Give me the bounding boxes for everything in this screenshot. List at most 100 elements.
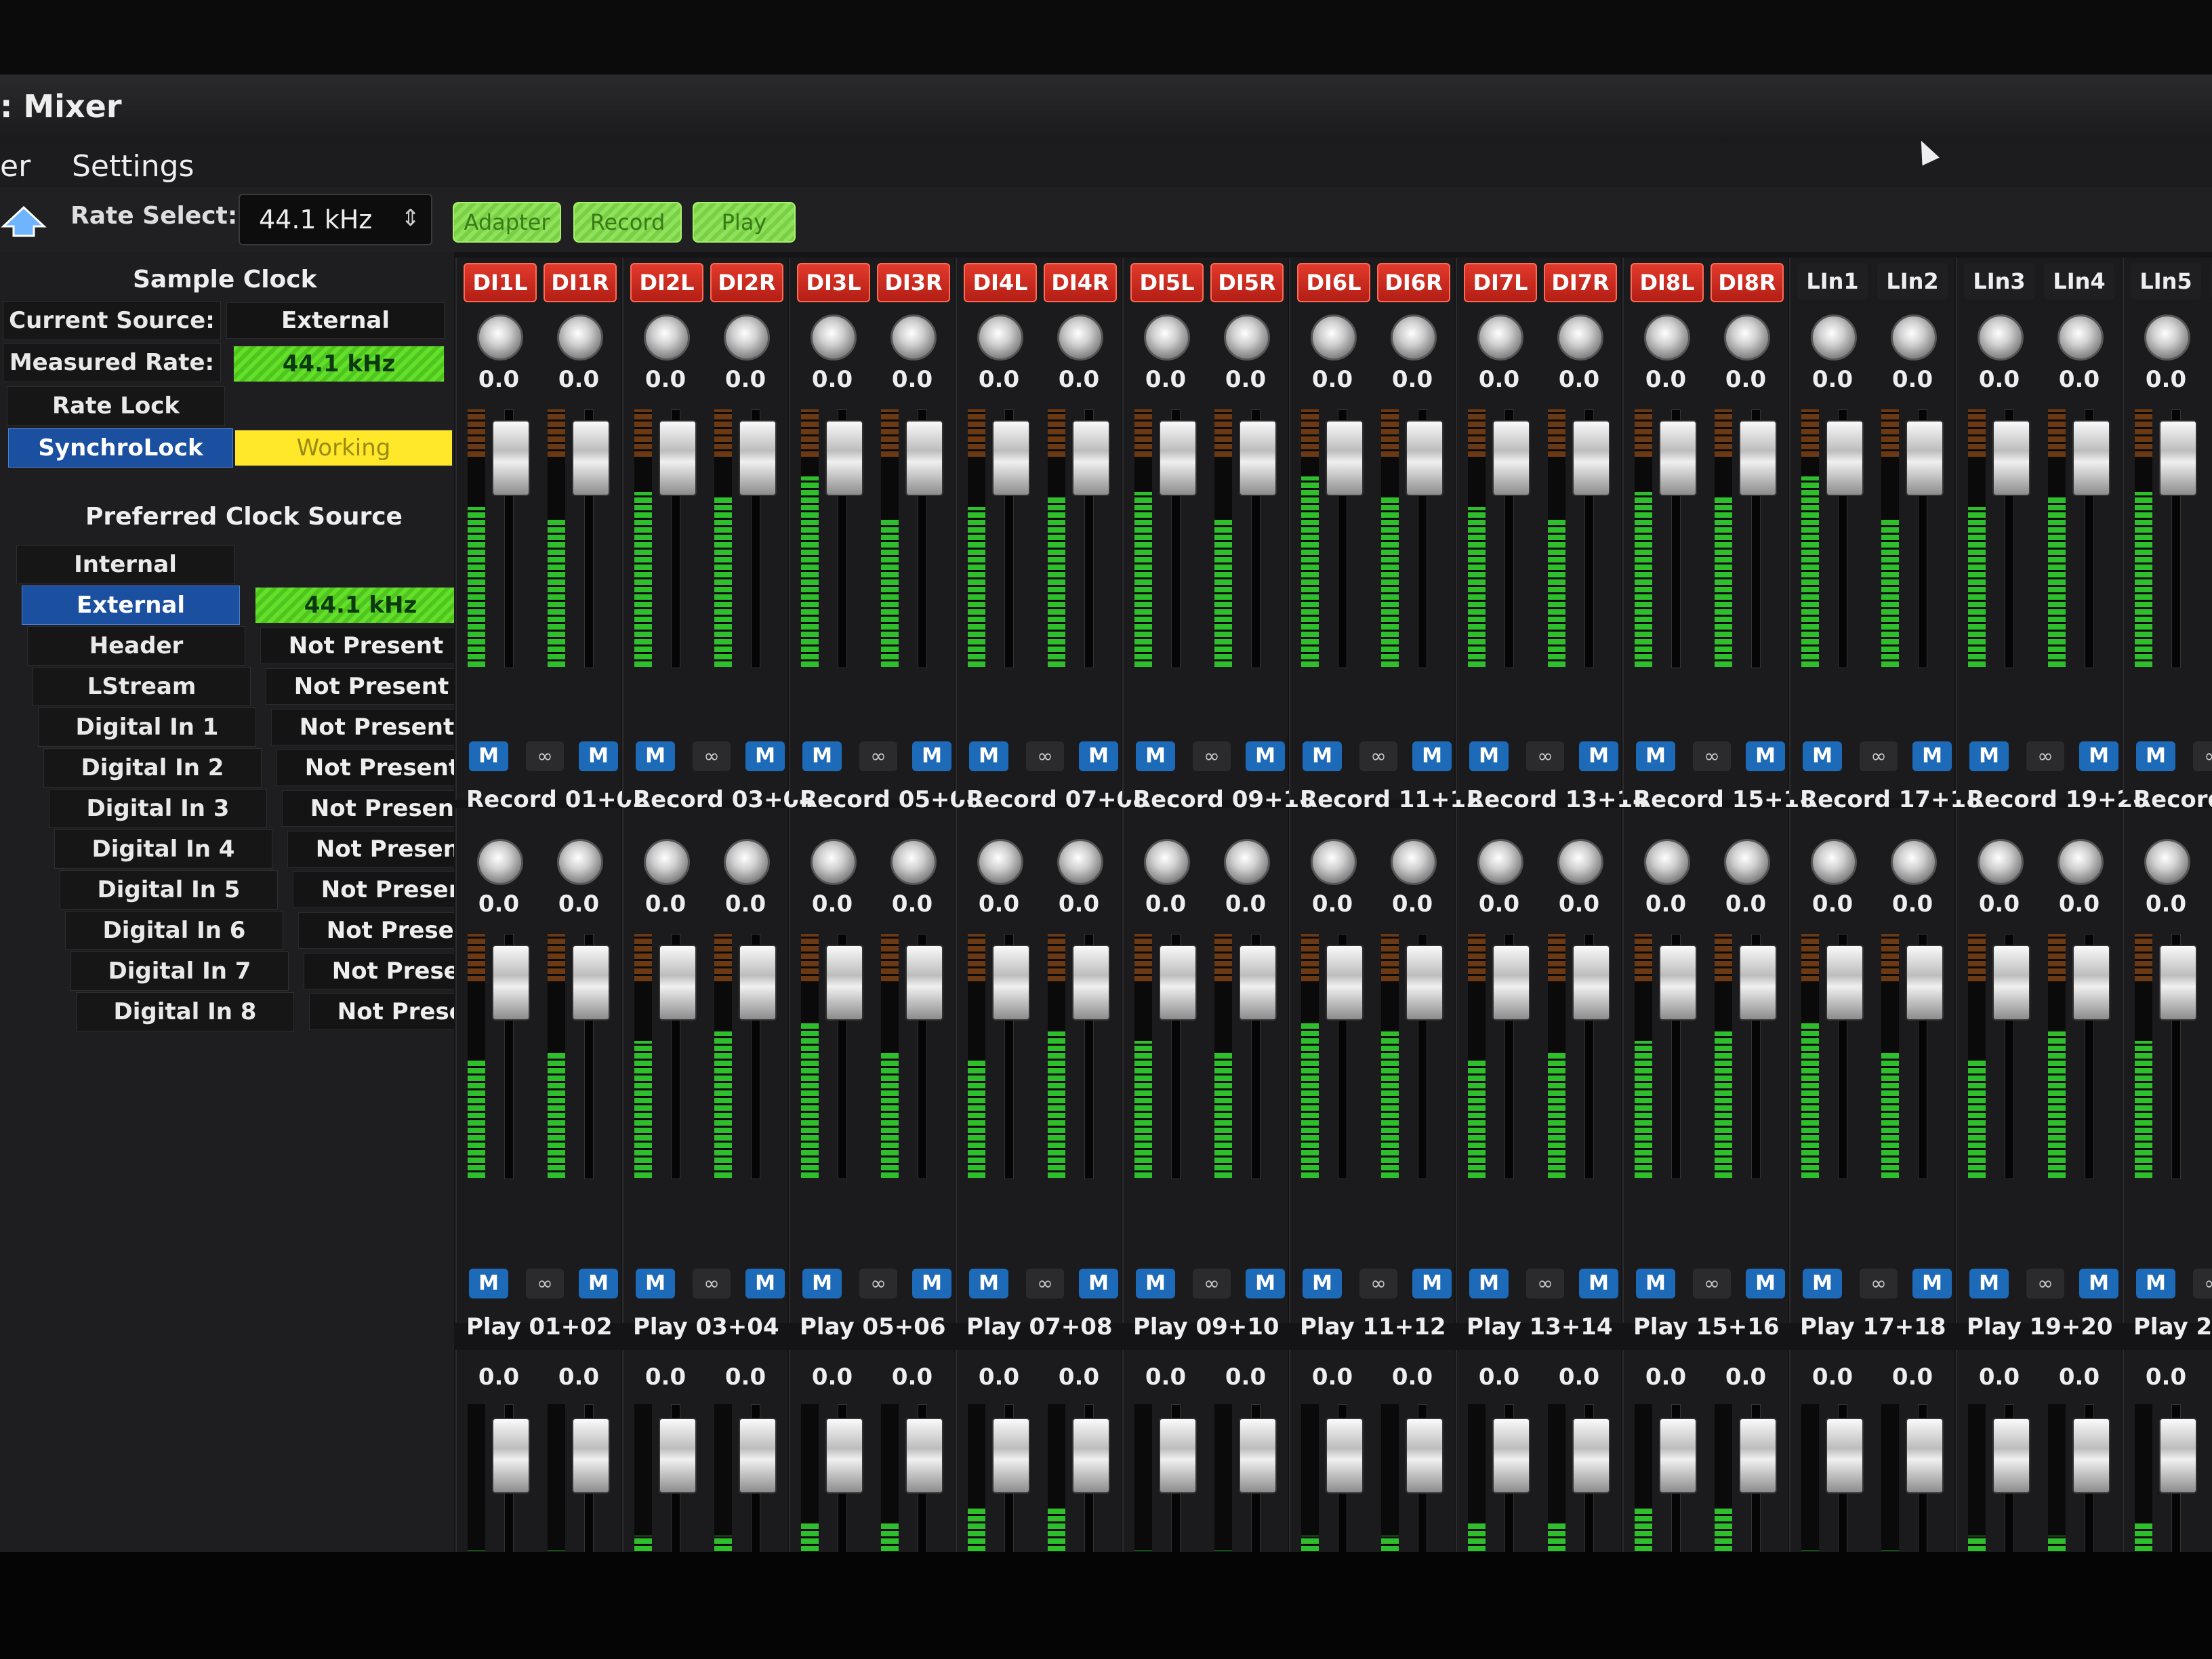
- record-mute-right-button[interactable]: M: [912, 741, 951, 771]
- record-link-icon[interactable]: ∞: [2193, 741, 2212, 771]
- clock-source-internal[interactable]: Internal: [16, 545, 234, 584]
- fader-cap[interactable]: [659, 420, 697, 496]
- fader-cap[interactable]: [1326, 420, 1364, 496]
- gain-knob[interactable]: [977, 839, 1023, 885]
- play-link-icon[interactable]: ∞: [859, 1269, 897, 1298]
- play-button[interactable]: Play: [693, 202, 796, 243]
- gain-knob[interactable]: [1891, 839, 1937, 885]
- menu-item-settings[interactable]: Settings: [72, 149, 194, 184]
- rate-lock-button[interactable]: Rate Lock: [7, 386, 225, 426]
- clock-source-external[interactable]: External: [22, 586, 240, 625]
- record-link-icon[interactable]: ∞: [1860, 741, 1898, 771]
- output-fader-cap[interactable]: [1906, 1418, 1944, 1494]
- channel-label[interactable]: LIn2: [1877, 263, 1948, 300]
- gain-knob[interactable]: [1978, 839, 2024, 885]
- gain-knob[interactable]: [1057, 314, 1103, 361]
- play-link-icon[interactable]: ∞: [1526, 1269, 1564, 1298]
- play-mute-left-button[interactable]: M: [1636, 1269, 1675, 1298]
- output-fader-cap[interactable]: [1406, 1418, 1443, 1494]
- record-link-icon[interactable]: ∞: [1526, 741, 1564, 771]
- gain-knob[interactable]: [724, 314, 770, 361]
- fader-cap[interactable]: [1406, 420, 1443, 496]
- record-link-icon[interactable]: ∞: [693, 741, 731, 771]
- record-link-icon[interactable]: ∞: [2026, 741, 2064, 771]
- gain-knob[interactable]: [811, 839, 857, 885]
- gain-knob[interactable]: [1477, 839, 1523, 885]
- menu-item-truncated[interactable]: er: [0, 149, 30, 184]
- gain-knob[interactable]: [1391, 839, 1437, 885]
- output-fader-cap[interactable]: [1239, 1418, 1277, 1494]
- play-mute-right-button[interactable]: M: [2079, 1269, 2118, 1298]
- output-fader-cap[interactable]: [1159, 1418, 1197, 1494]
- fader-cap[interactable]: [992, 945, 1030, 1021]
- fader-cap[interactable]: [1906, 420, 1944, 496]
- record-mute-left-button[interactable]: M: [1136, 741, 1175, 771]
- output-fader-cap[interactable]: [2072, 1418, 2110, 1494]
- record-mute-left-button[interactable]: M: [1803, 741, 1842, 771]
- channel-label[interactable]: DI5R: [1210, 263, 1284, 302]
- clock-source-digital-in-1[interactable]: Digital In 1: [38, 708, 256, 747]
- fader-cap[interactable]: [1326, 945, 1364, 1021]
- gain-knob[interactable]: [977, 314, 1023, 361]
- gain-knob[interactable]: [1644, 314, 1690, 361]
- gain-knob[interactable]: [724, 839, 770, 885]
- play-mute-right-button[interactable]: M: [1579, 1269, 1618, 1298]
- gain-knob[interactable]: [1057, 839, 1103, 885]
- record-mute-right-button[interactable]: M: [579, 741, 618, 771]
- gain-knob[interactable]: [1144, 839, 1190, 885]
- gain-knob[interactable]: [1311, 839, 1357, 885]
- rate-select-dropdown[interactable]: 44.1 kHz ⇕: [239, 194, 432, 245]
- gain-knob[interactable]: [477, 314, 523, 361]
- record-mute-left-button[interactable]: M: [2136, 741, 2175, 771]
- gain-knob[interactable]: [1224, 839, 1270, 885]
- channel-label[interactable]: DI8R: [1711, 263, 1784, 302]
- clock-source-header[interactable]: Header: [27, 626, 245, 665]
- play-mute-right-button[interactable]: M: [1412, 1269, 1452, 1298]
- play-mute-left-button[interactable]: M: [1136, 1269, 1175, 1298]
- play-link-icon[interactable]: ∞: [1026, 1269, 1064, 1298]
- record-mute-right-button[interactable]: M: [1746, 741, 1785, 771]
- play-mute-right-button[interactable]: M: [1079, 1269, 1118, 1298]
- play-mute-right-button[interactable]: M: [745, 1269, 785, 1298]
- play-mute-left-button[interactable]: M: [636, 1269, 675, 1298]
- clock-source-digital-in-6[interactable]: Digital In 6: [65, 911, 283, 950]
- clock-source-digital-in-7[interactable]: Digital In 7: [70, 951, 289, 991]
- fader-cap[interactable]: [1906, 945, 1944, 1021]
- record-mute-left-button[interactable]: M: [1469, 741, 1509, 771]
- gain-knob[interactable]: [890, 314, 937, 361]
- record-mute-left-button[interactable]: M: [469, 741, 508, 771]
- play-link-icon[interactable]: ∞: [1693, 1269, 1731, 1298]
- channel-label[interactable]: LIn5: [2131, 263, 2201, 300]
- gain-knob[interactable]: [557, 314, 603, 361]
- output-fader-cap[interactable]: [1326, 1418, 1364, 1494]
- record-mute-right-button[interactable]: M: [1579, 741, 1618, 771]
- output-fader-cap[interactable]: [572, 1418, 610, 1494]
- record-mute-right-button[interactable]: M: [1246, 741, 1285, 771]
- gain-knob[interactable]: [1891, 314, 1937, 361]
- play-mute-left-button[interactable]: M: [1303, 1269, 1342, 1298]
- gain-knob[interactable]: [644, 839, 690, 885]
- gain-knob[interactable]: [1391, 314, 1437, 361]
- gain-knob[interactable]: [890, 839, 937, 885]
- play-link-icon[interactable]: ∞: [1359, 1269, 1397, 1298]
- play-mute-left-button[interactable]: M: [2136, 1269, 2175, 1298]
- fader-cap[interactable]: [2159, 945, 2197, 1021]
- gain-knob[interactable]: [2144, 839, 2190, 885]
- record-mute-right-button[interactable]: M: [1912, 741, 1952, 771]
- play-mute-left-button[interactable]: M: [1469, 1269, 1509, 1298]
- play-link-icon[interactable]: ∞: [1860, 1269, 1898, 1298]
- fader-cap[interactable]: [2072, 945, 2110, 1021]
- fader-cap[interactable]: [572, 420, 610, 496]
- channel-label[interactable]: DI2L: [630, 263, 703, 302]
- clock-source-digital-in-5[interactable]: Digital In 5: [60, 870, 278, 909]
- gain-knob[interactable]: [1311, 314, 1357, 361]
- fader-cap[interactable]: [1072, 945, 1110, 1021]
- output-fader-cap[interactable]: [1072, 1418, 1110, 1494]
- record-link-icon[interactable]: ∞: [1193, 741, 1231, 771]
- record-button[interactable]: Record: [573, 202, 682, 243]
- fader-cap[interactable]: [905, 945, 943, 1021]
- record-mute-left-button[interactable]: M: [636, 741, 675, 771]
- play-link-icon[interactable]: ∞: [526, 1269, 564, 1298]
- channel-label[interactable]: DI7R: [1544, 263, 1617, 302]
- record-link-icon[interactable]: ∞: [1693, 741, 1731, 771]
